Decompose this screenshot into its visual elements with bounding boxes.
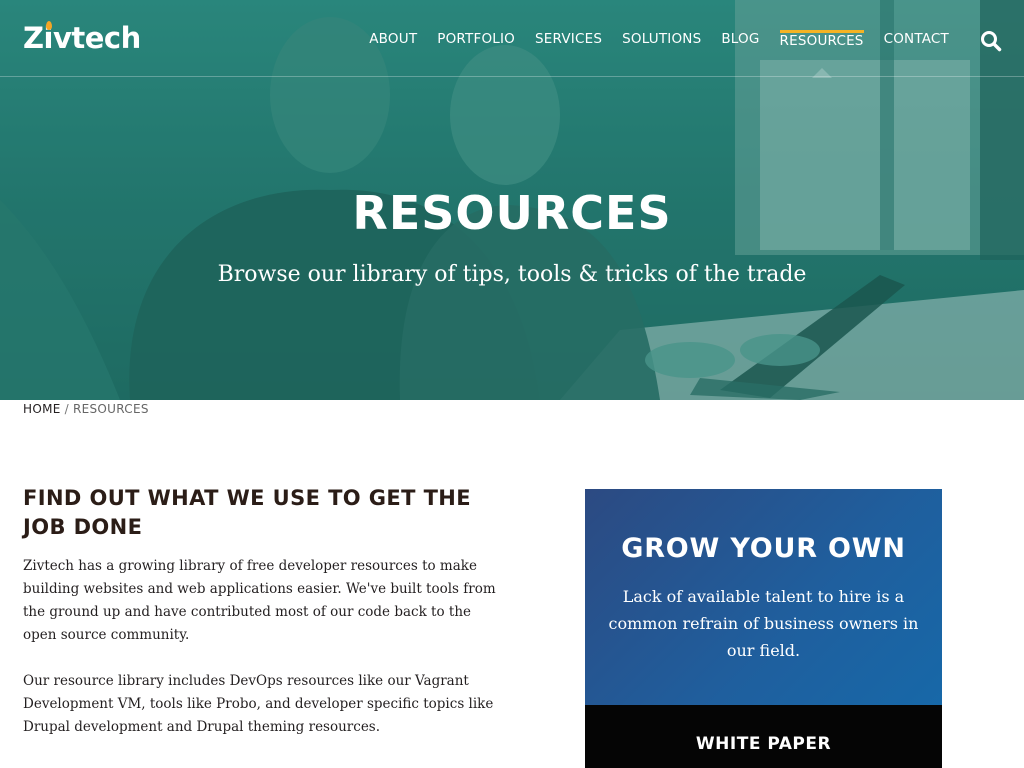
promo-card[interactable]: GROW YOUR OWN Lack of available talent t… [585, 489, 942, 705]
section-heading: FIND OUT WHAT WE USE TO GET THE JOB DONE [23, 486, 472, 539]
nav-label: SOLUTIONS [622, 30, 702, 47]
active-nav-caret-icon [811, 68, 832, 78]
nav-item-blog[interactable]: BLOG [721, 0, 759, 77]
page-subtitle: Browse our library of tips, tools & tric… [217, 262, 807, 287]
nav-label: SERVICES [535, 30, 603, 47]
main-nav: ABOUT PORTFOLIO SERVICES SOLUTIONS BLOG … [349, 0, 949, 78]
promo-title: GROW YOUR OWN [621, 533, 906, 564]
white-paper-button[interactable]: WHITE PAPER [585, 705, 942, 768]
nav-label: RESOURCES [779, 32, 864, 49]
logo-text: Zivtech [23, 21, 141, 55]
logo-accent-drop-icon [46, 21, 52, 30]
nav-item-solutions[interactable]: SOLUTIONS [622, 0, 701, 77]
nav-item-about[interactable]: ABOUT [369, 0, 417, 77]
nav-item-contact[interactable]: CONTACT [884, 0, 949, 77]
nav-item-services[interactable]: SERVICES [535, 0, 602, 77]
nav-label: ABOUT [369, 30, 418, 47]
search-icon [981, 31, 1002, 52]
nav-label: CONTACT [883, 30, 949, 47]
promo-description: Lack of available talent to hire is a co… [608, 587, 919, 660]
nav-item-portfolio[interactable]: PORTFOLIO [437, 0, 515, 77]
search-button[interactable] [980, 30, 1002, 52]
zivtech-logo[interactable]: Zivtech [23, 18, 141, 58]
breadcrumb: HOME / RESOURCES [23, 402, 149, 416]
breadcrumb-home-link[interactable]: HOME [23, 402, 61, 416]
nav-label: BLOG [721, 30, 760, 47]
breadcrumb-separator: / [64, 402, 69, 416]
nav-label: PORTFOLIO [437, 30, 515, 47]
hero-banner: Zivtech ABOUT PORTFOLIO SERVICES SOLUTIO… [0, 0, 1024, 400]
page-title: RESOURCES [352, 186, 672, 240]
intro-paragraph: Zivtech has a growing library of free de… [23, 558, 496, 643]
intro-paragraph: Our resource library includes DevOps res… [23, 673, 494, 735]
white-paper-label: WHITE PAPER [695, 734, 832, 754]
top-navigation-bar: Zivtech ABOUT PORTFOLIO SERVICES SOLUTIO… [0, 0, 1024, 78]
nav-item-resources[interactable]: RESOURCES [779, 0, 864, 78]
breadcrumb-current: RESOURCES [72, 402, 149, 416]
